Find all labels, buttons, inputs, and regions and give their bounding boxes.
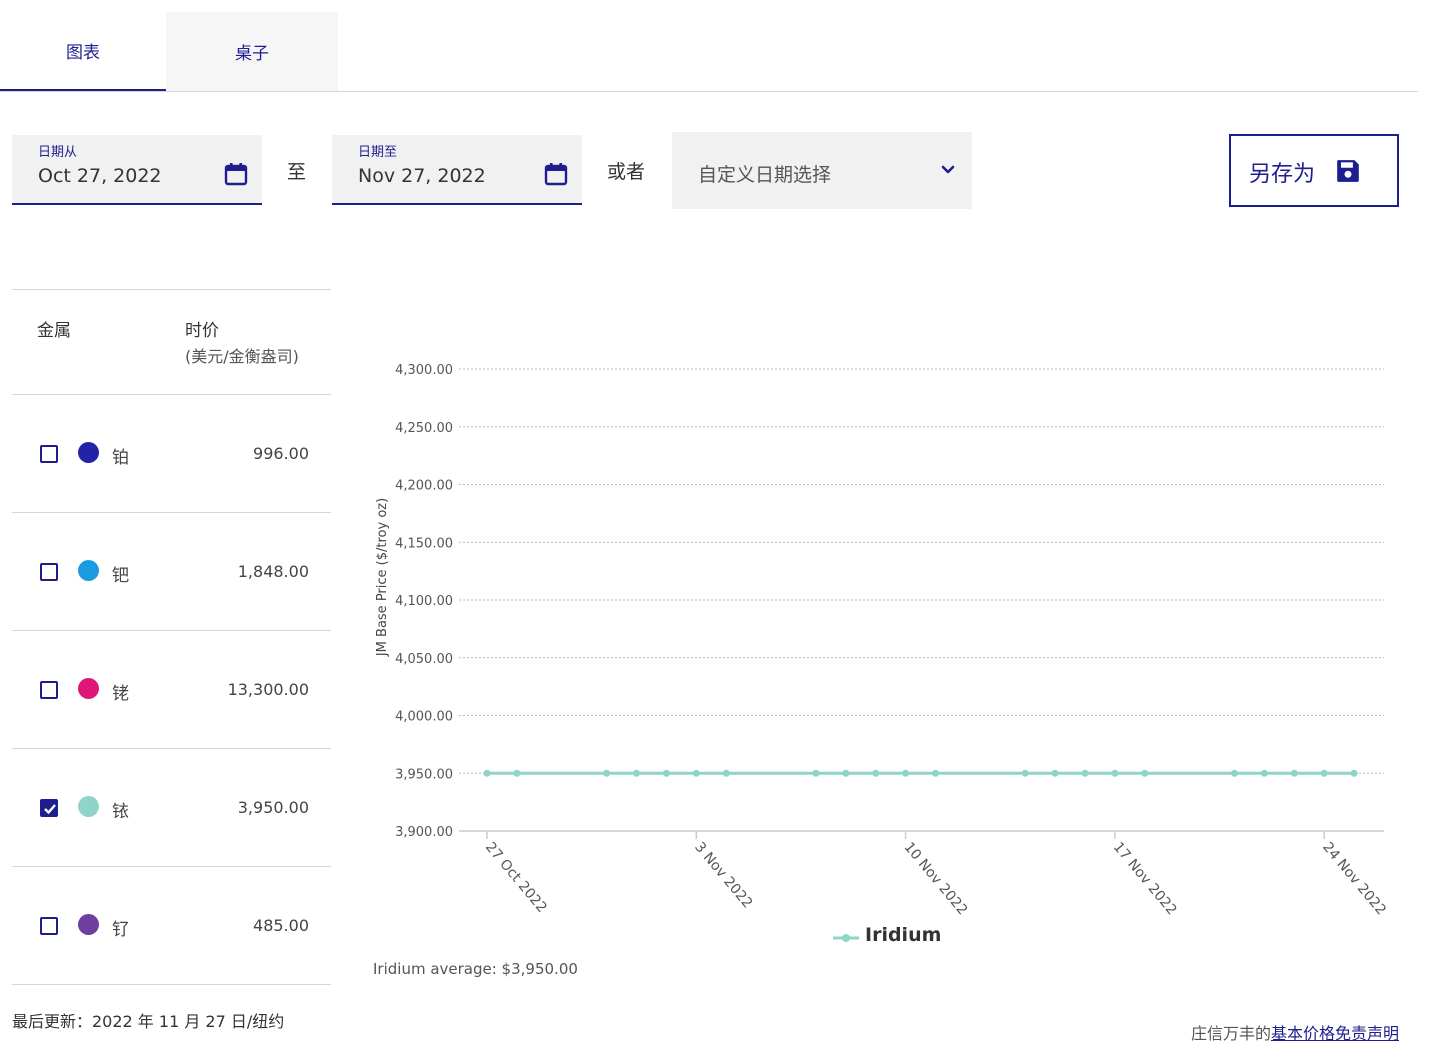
y-axis-label: JM Base Price ($/troy oz) <box>375 498 390 657</box>
chart-legend-iridium[interactable]: Iridium <box>833 924 941 946</box>
data-point <box>902 769 910 777</box>
disclaimer-link[interactable]: 基本价格免责声明 <box>1271 1024 1399 1043</box>
y-tick-label: 4,100.00 <box>395 594 453 609</box>
data-point <box>812 769 820 777</box>
data-point <box>842 769 850 777</box>
x-tick-label: 10 Nov 2022 <box>901 839 971 918</box>
data-point <box>932 769 939 777</box>
y-tick-label: 3,900.00 <box>395 825 453 840</box>
y-tick-label: 4,050.00 <box>395 652 453 667</box>
y-tick-label: 4,000.00 <box>395 710 453 725</box>
x-tick-label: 17 Nov 2022 <box>1110 839 1180 918</box>
data-point <box>1231 769 1238 777</box>
y-tick-label: 4,250.00 <box>395 421 453 436</box>
data-point <box>1111 769 1119 777</box>
data-point <box>722 769 730 777</box>
x-tick-label: 3 Nov 2022 <box>691 839 755 911</box>
y-tick-label: 4,200.00 <box>395 479 453 494</box>
x-tick-label: 27 Oct 2022 <box>482 839 550 916</box>
data-point <box>1081 769 1089 777</box>
data-point <box>1320 769 1328 777</box>
data-point <box>1350 769 1358 777</box>
data-point <box>872 769 880 777</box>
data-point <box>633 769 640 777</box>
legend-swatch <box>833 934 859 942</box>
y-tick-label: 4,300.00 <box>395 363 453 378</box>
data-point <box>603 769 611 777</box>
last-updated: 最后更新：2022 年 11 月 27 日/纽约 <box>12 1012 285 1031</box>
price-chart: 4,300.00 4,250.00 4,200.00 4,150.00 4,100.00… <box>375 363 1389 918</box>
data-point <box>1051 769 1059 777</box>
series-average: Iridium average: $3,950.00 <box>373 960 578 978</box>
x-tick-label: 24 Nov 2022 <box>1319 839 1389 918</box>
disclaimer: 庄信万丰的基本价格免责声明 <box>1191 1020 1399 1044</box>
y-tick-label: 3,950.00 <box>395 767 453 782</box>
data-point <box>662 769 670 777</box>
data-point <box>513 769 521 777</box>
data-point <box>1290 769 1298 777</box>
legend-label: Iridium <box>865 924 942 946</box>
data-point <box>1260 769 1268 777</box>
data-point <box>692 769 700 777</box>
disclaimer-prefix: 庄信万丰的 <box>1190 1024 1271 1043</box>
data-point <box>483 769 491 777</box>
data-point <box>1141 769 1149 777</box>
data-point <box>1021 769 1029 777</box>
y-tick-label: 4,150.00 <box>395 536 453 551</box>
